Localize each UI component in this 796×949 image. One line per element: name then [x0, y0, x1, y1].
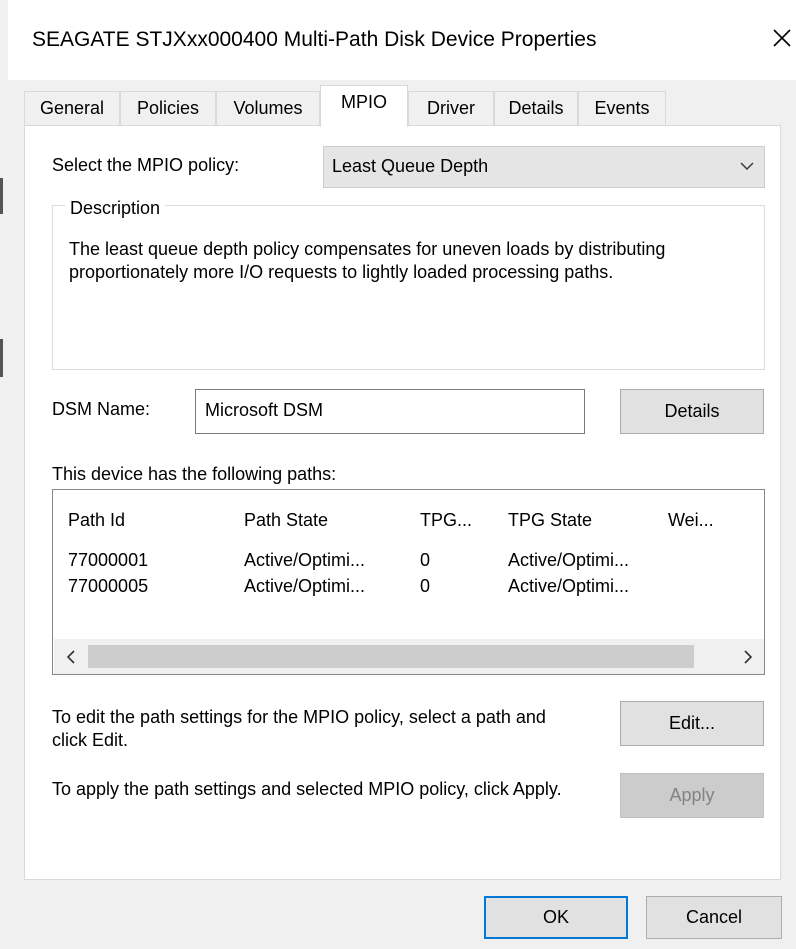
window-border-mark: [0, 339, 3, 377]
dsm-name-field[interactable]: Microsoft DSM: [195, 389, 585, 434]
dsm-details-button[interactable]: Details: [620, 389, 764, 434]
cell-path-id: 77000001: [68, 550, 149, 570]
paths-label: This device has the following paths:: [52, 464, 337, 484]
scrollbar-thumb[interactable]: [88, 645, 694, 668]
description-legend: Description: [65, 198, 166, 219]
cell-tpg: 0: [420, 550, 431, 570]
chevron-down-icon: [740, 162, 754, 170]
tab-events[interactable]: Events: [578, 91, 666, 125]
cell-path-state: Active/Optimi...: [244, 550, 366, 570]
chevron-left-icon: [66, 649, 75, 664]
close-button[interactable]: [760, 16, 796, 60]
cell-tpg: 0: [420, 576, 431, 596]
policy-selected-value: Least Queue Depth: [332, 156, 489, 176]
description-groupbox: [52, 205, 765, 370]
apply-button[interactable]: Apply: [620, 773, 764, 818]
cell-tpg-state: Active/Optimi...: [508, 576, 630, 596]
paths-list[interactable]: Path Id Path State TPG... TPG State Wei.…: [52, 489, 765, 675]
tab-label: Events: [594, 98, 650, 118]
cell-path-state: Active/Optimi...: [244, 576, 366, 596]
cancel-button[interactable]: Cancel: [646, 896, 782, 939]
button-label: OK: [542, 907, 569, 927]
button-label: Cancel: [685, 907, 743, 927]
scroll-right-button[interactable]: [731, 639, 764, 674]
button-label: Edit...: [668, 713, 716, 733]
mpio-policy-select[interactable]: Least Queue Depth: [323, 146, 765, 188]
tab-driver[interactable]: Driver: [408, 91, 494, 125]
tab-label: General: [39, 98, 105, 118]
edit-instructions: To edit the path settings for the MPIO p…: [52, 707, 546, 750]
cell-path-id: 77000005: [68, 576, 149, 596]
window-border-mark: [0, 178, 3, 214]
chevron-right-icon: [744, 649, 753, 664]
tab-label: Driver: [427, 98, 475, 118]
tab-mpio[interactable]: MPIO: [320, 85, 408, 127]
tab-general[interactable]: General: [24, 91, 120, 125]
column-header-weight[interactable]: Wei...: [668, 510, 714, 531]
tab-details[interactable]: Details: [494, 91, 578, 125]
tab-policies[interactable]: Policies: [120, 91, 216, 125]
scroll-left-button[interactable]: [54, 639, 88, 674]
horizontal-scrollbar[interactable]: [54, 639, 764, 674]
list-header: Path Id Path State TPG... TPG State Wei.…: [53, 490, 764, 538]
cell-tpg-state: Active/Optimi...: [508, 550, 630, 570]
window-title: SEAGATE STJXxx000400 Multi-Path Disk Dev…: [32, 28, 597, 51]
column-header-path-state[interactable]: Path State: [244, 510, 328, 531]
policy-label: Select the MPIO policy:: [52, 155, 240, 175]
button-label: Details: [664, 401, 720, 421]
tab-label: Policies: [136, 98, 200, 118]
table-row[interactable]: 77000001 Active/Optimi... 0 Active/Optim…: [53, 550, 764, 576]
dsm-name-label: DSM Name:: [52, 399, 151, 419]
column-header-tpg[interactable]: TPG...: [420, 510, 472, 531]
description-text: The least queue depth policy compensates…: [69, 239, 666, 282]
title-bar: SEAGATE STJXxx000400 Multi-Path Disk Dev…: [8, 0, 796, 80]
column-header-tpg-state[interactable]: TPG State: [508, 510, 592, 531]
table-row[interactable]: 77000005 Active/Optimi... 0 Active/Optim…: [53, 576, 764, 602]
edit-button[interactable]: Edit...: [620, 701, 764, 746]
close-icon: [773, 29, 791, 47]
apply-instructions: To apply the path settings and selected …: [52, 779, 562, 799]
dsm-name-value: Microsoft DSM: [205, 400, 324, 420]
button-label: Apply: [669, 785, 715, 805]
column-header-path-id[interactable]: Path Id: [68, 510, 125, 531]
tab-volumes[interactable]: Volumes: [216, 91, 320, 125]
tab-label: MPIO: [340, 92, 387, 112]
tab-label: Volumes: [233, 98, 303, 118]
ok-button[interactable]: OK: [484, 896, 628, 939]
tab-label: Details: [508, 98, 564, 118]
